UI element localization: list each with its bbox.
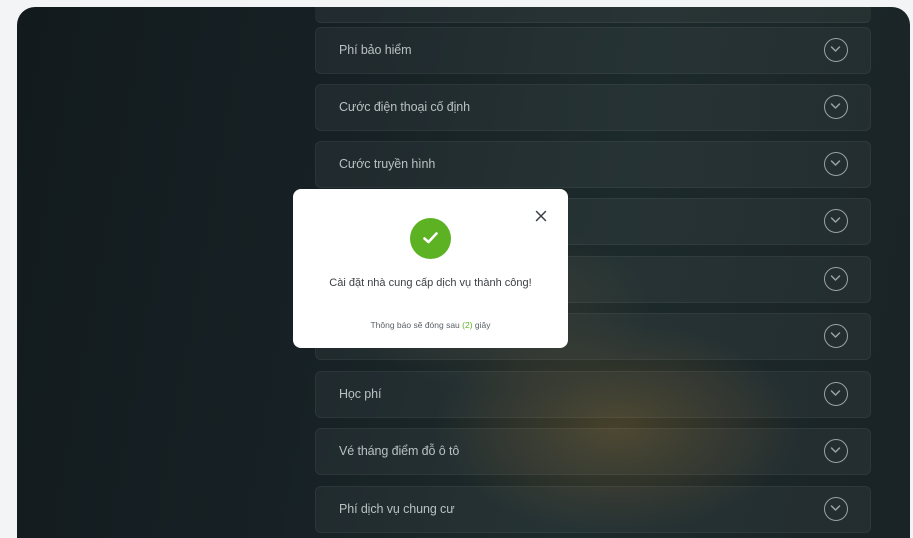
modal-overlay: Cài đặt nhà cung cấp dịch vụ thành công!… bbox=[0, 0, 913, 538]
close-icon[interactable] bbox=[535, 209, 547, 222]
countdown-value: (2) bbox=[462, 320, 473, 330]
check-circle-icon bbox=[410, 218, 451, 259]
auto-close-note: Thông báo sẽ đóng sau (2) giây bbox=[293, 320, 568, 330]
auto-close-prefix: Thông báo sẽ đóng sau bbox=[370, 320, 463, 330]
success-dialog: Cài đặt nhà cung cấp dịch vụ thành công!… bbox=[293, 189, 568, 348]
success-message: Cài đặt nhà cung cấp dịch vụ thành công! bbox=[329, 277, 532, 289]
auto-close-suffix: giây bbox=[472, 320, 491, 330]
